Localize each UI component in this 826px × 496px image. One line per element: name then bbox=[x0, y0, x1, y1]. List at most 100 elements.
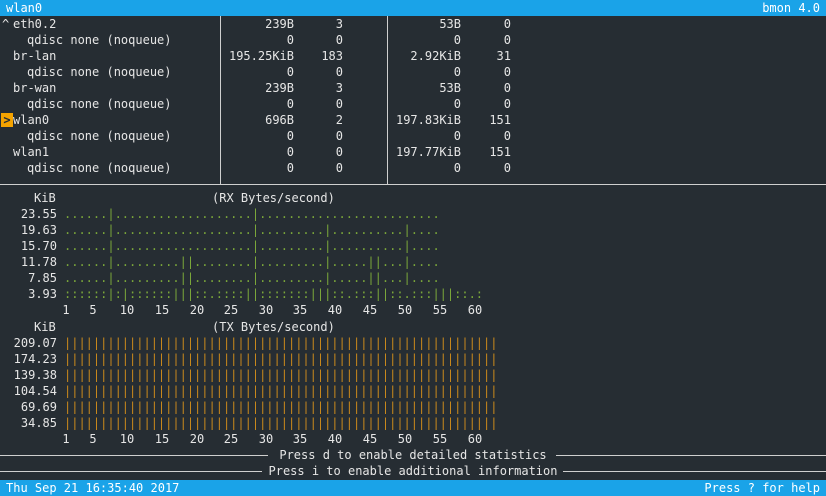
tx-packets: 0 bbox=[503, 97, 511, 111]
interface-name: wlan1 bbox=[13, 145, 50, 159]
tx-graph-row: ||||||||||||||||||||||||||||||||||||||||… bbox=[64, 352, 498, 366]
tx-graph-title: (TX Bytes/second) bbox=[212, 320, 335, 334]
interface-name: qdisc none (noqueue) bbox=[27, 161, 172, 175]
app-name: bmon 4.0 bbox=[762, 1, 820, 15]
tx-x-tick-label: 50 bbox=[397, 432, 413, 446]
tx-packets: 0 bbox=[503, 17, 511, 31]
rx-graph-row: ......|.........||........|.........|...… bbox=[64, 271, 440, 285]
tx-x-tick-label: 20 bbox=[189, 432, 205, 446]
rx-graph-row: ::::::|:|::::::|||::.::::||:::::::|||::.… bbox=[64, 287, 484, 301]
rx-y-label: 7.85 bbox=[28, 271, 57, 285]
column-separator bbox=[387, 16, 388, 184]
rx-x-tick-label: 20 bbox=[189, 303, 205, 317]
status-bar: Thu Sep 21 16:35:40 2017 Press ? for hel… bbox=[0, 480, 826, 496]
rx-packets: 3 bbox=[335, 17, 343, 31]
tx-y-label: 69.69 bbox=[20, 400, 57, 414]
hint-text: Press i to enable additional information bbox=[268, 464, 558, 478]
interface-name: eth0.2 bbox=[13, 17, 57, 31]
interface-name: wlan0 bbox=[13, 113, 50, 127]
interface-name: qdisc none (noqueue) bbox=[27, 97, 172, 111]
rx-x-tick-label: 10 bbox=[119, 303, 135, 317]
interface-row[interactable]: wlan1 0 0 197.77KiB 151 bbox=[0, 144, 826, 160]
interface-row[interactable]: br-wan 239B 3 53B 0 bbox=[0, 80, 826, 96]
qdisc-row[interactable]: qdisc none (noqueue) 0 0 0 0 bbox=[0, 96, 826, 112]
rx-x-tick-label: 50 bbox=[397, 303, 413, 317]
tx-y-label: 209.07 bbox=[13, 336, 57, 350]
tx-packets: 0 bbox=[503, 129, 511, 143]
rx-x-tick-label: 60 bbox=[467, 303, 483, 317]
rx-packets: 0 bbox=[335, 129, 343, 143]
rx-graph-row: ......|...................|.........|...… bbox=[64, 239, 440, 253]
qdisc-row[interactable]: qdisc none (noqueue) 0 0 0 0 bbox=[0, 128, 826, 144]
rx-x-tick-label: 55 bbox=[432, 303, 448, 317]
rx-y-label: 11.78 bbox=[20, 255, 57, 269]
tx-packets: 31 bbox=[496, 49, 511, 63]
interface-row[interactable]: ^ eth0.2 239B 3 53B 0 bbox=[0, 16, 826, 32]
rx-x-tick-label: 25 bbox=[223, 303, 239, 317]
tx-x-tick-label: 60 bbox=[467, 432, 483, 446]
tx-graph-row: ||||||||||||||||||||||||||||||||||||||||… bbox=[64, 336, 498, 350]
rx-y-label: 19.63 bbox=[20, 223, 57, 237]
rx-packets: 0 bbox=[335, 97, 343, 111]
help-hint[interactable]: Press ? for help bbox=[704, 480, 820, 496]
tx-y-label: 104.54 bbox=[13, 384, 57, 398]
tx-packets: 151 bbox=[489, 113, 511, 127]
section-divider bbox=[0, 184, 826, 185]
tx-graph: KiB (TX Bytes/second) 209.07 ||||||||||||… bbox=[0, 319, 826, 449]
hint-text: Press d to enable detailed statistics bbox=[279, 448, 547, 462]
tx-x-tick-label: 1 bbox=[62, 432, 70, 446]
rx-y-label: 23.55 bbox=[20, 207, 57, 221]
interface-name: qdisc none (noqueue) bbox=[27, 65, 172, 79]
rx-packets: 183 bbox=[321, 49, 343, 63]
tx-graph-row: ||||||||||||||||||||||||||||||||||||||||… bbox=[64, 416, 498, 430]
rx-graph: KiB (RX Bytes/second) 23.55 ......|......… bbox=[0, 190, 826, 320]
rx-x-tick-label: 35 bbox=[292, 303, 308, 317]
column-separator bbox=[220, 16, 221, 184]
rx-y-label: 3.93 bbox=[28, 287, 57, 301]
qdisc-row[interactable]: qdisc none (noqueue) 0 0 0 0 bbox=[0, 64, 826, 80]
rx-graph-row: ......|...................|.............… bbox=[64, 207, 440, 221]
rx-packets: 0 bbox=[335, 33, 343, 47]
rx-x-tick-label: 5 bbox=[89, 303, 97, 317]
rx-y-label: 15.70 bbox=[20, 239, 57, 253]
tx-x-tick-label: 5 bbox=[89, 432, 97, 446]
tx-x-tick-label: 15 bbox=[154, 432, 170, 446]
qdisc-row[interactable]: qdisc none (noqueue) 0 0 0 0 bbox=[0, 160, 826, 176]
rx-graph-title: (RX Bytes/second) bbox=[212, 191, 335, 205]
tx-x-tick-label: 30 bbox=[258, 432, 274, 446]
rx-packets: 0 bbox=[335, 161, 343, 175]
scroll-up-indicator-icon: ^ bbox=[2, 17, 10, 31]
rx-packets: 2 bbox=[335, 113, 343, 127]
interface-row[interactable]: > wlan0 696B 2 197.83KiB 151 bbox=[0, 112, 826, 128]
rx-graph-row: ......|...................|.........|...… bbox=[64, 223, 440, 237]
rx-x-tick-label: 45 bbox=[362, 303, 378, 317]
tx-x-tick-label: 25 bbox=[223, 432, 239, 446]
tx-graph-row: ||||||||||||||||||||||||||||||||||||||||… bbox=[64, 400, 498, 414]
tx-y-label: 139.38 bbox=[13, 368, 57, 382]
tx-graph-row: ||||||||||||||||||||||||||||||||||||||||… bbox=[64, 368, 498, 382]
selected-interface-title: wlan0 bbox=[6, 1, 43, 15]
tx-packets: 0 bbox=[503, 33, 511, 47]
qdisc-row[interactable]: qdisc none (noqueue) 0 0 0 0 bbox=[0, 32, 826, 48]
title-bar: wlan0 bmon 4.0 bbox=[0, 0, 826, 16]
tx-graph-row: ||||||||||||||||||||||||||||||||||||||||… bbox=[64, 384, 498, 398]
rx-packets: 3 bbox=[335, 81, 343, 95]
rx-x-tick-label: 15 bbox=[154, 303, 170, 317]
tx-x-tick-label: 55 bbox=[432, 432, 448, 446]
tx-packets: 151 bbox=[489, 145, 511, 159]
tx-graph-unit: KiB bbox=[34, 320, 56, 334]
rx-graph-row: ......|.........||........|.........|...… bbox=[64, 255, 440, 269]
interface-name: qdisc none (noqueue) bbox=[27, 129, 172, 143]
interface-row[interactable]: br-lan 195.25KiB 183 2.92KiB 31 bbox=[0, 48, 826, 64]
interface-name: qdisc none (noqueue) bbox=[27, 33, 172, 47]
rx-x-tick-label: 1 bbox=[62, 303, 70, 317]
tx-packets: 0 bbox=[503, 65, 511, 79]
tx-y-label: 34.85 bbox=[20, 416, 57, 430]
rx-x-tick-label: 40 bbox=[327, 303, 343, 317]
hint-detailed-statistics: Press d to enable detailed statistics bbox=[0, 447, 826, 463]
rx-graph-unit: KiB bbox=[34, 191, 56, 205]
selection-cursor-icon: > bbox=[1, 113, 13, 127]
tx-x-tick-label: 45 bbox=[362, 432, 378, 446]
datetime: Thu Sep 21 16:35:40 2017 bbox=[6, 481, 180, 495]
tx-x-tick-label: 35 bbox=[292, 432, 308, 446]
